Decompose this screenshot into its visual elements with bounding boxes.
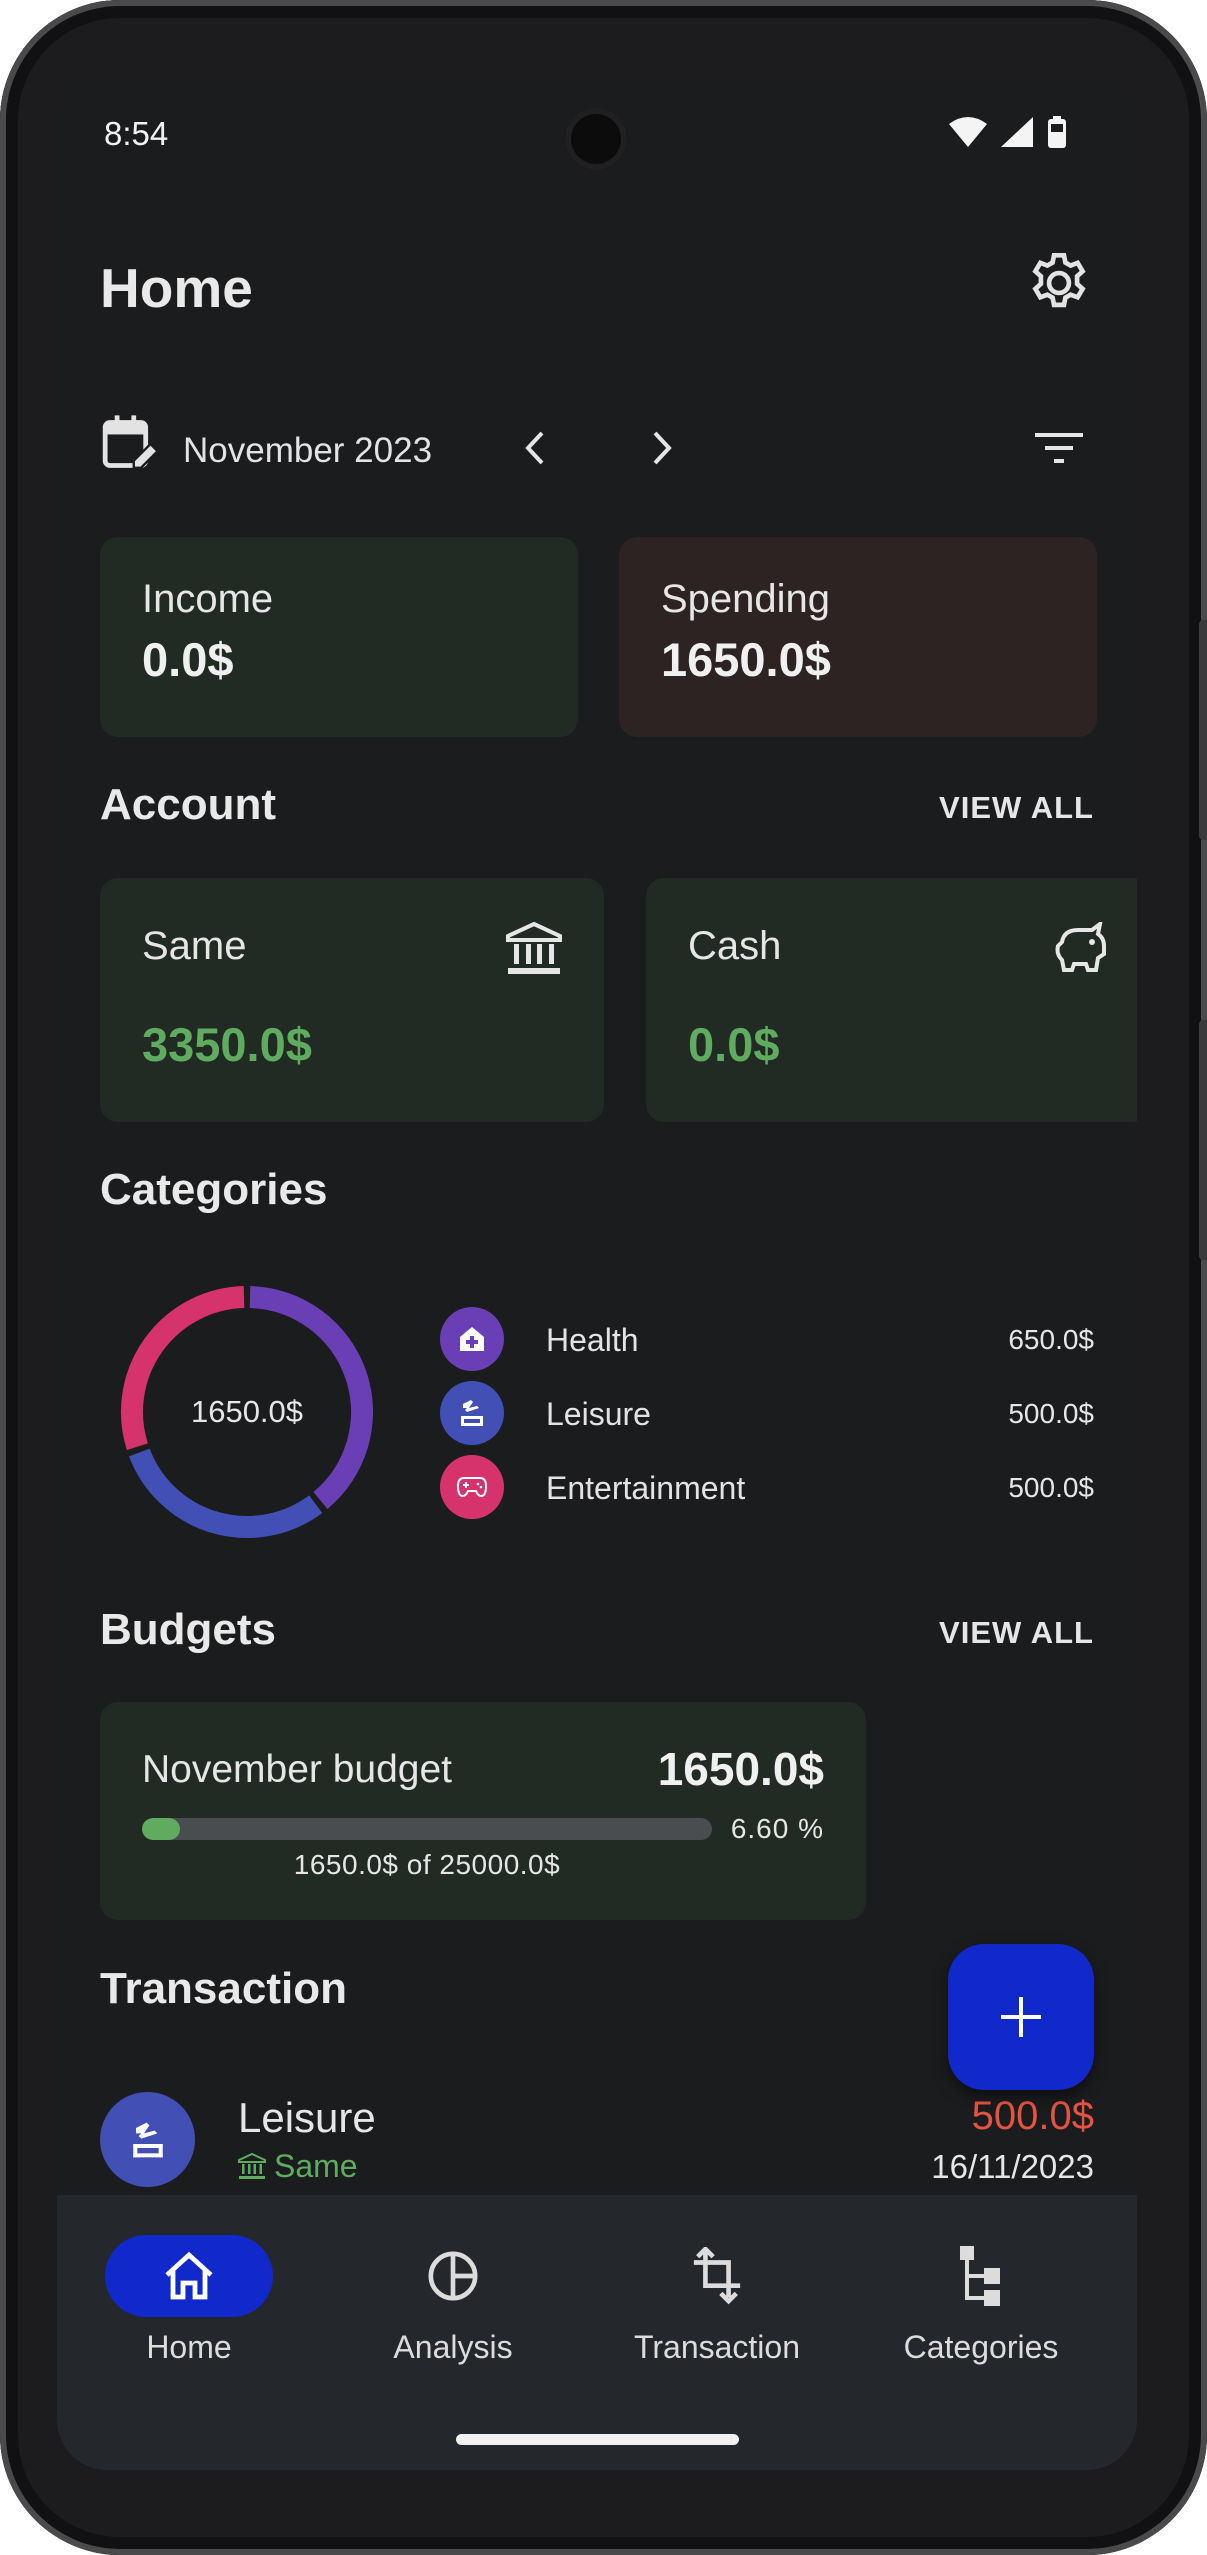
- nav-indicator: [369, 2235, 537, 2317]
- budget-name: November budget: [142, 1748, 453, 1791]
- piggy-bank-icon: [1055, 922, 1106, 972]
- device-frame: 8:54 Home November 2023 Income 0.0$ Spen…: [0, 0, 1207, 2555]
- income-label: Income: [142, 577, 274, 621]
- calendar-edit-icon: [102, 415, 160, 470]
- nav-item-categories[interactable]: Categories: [849, 2235, 1113, 2385]
- category-name: Leisure: [546, 1396, 651, 1432]
- account-name: Cash: [688, 924, 782, 968]
- add-transaction-button[interactable]: [948, 1944, 1094, 2090]
- transaction-category-avatar: [100, 2092, 195, 2187]
- bank-icon: [238, 2153, 266, 2179]
- wifi-icon: [949, 117, 987, 147]
- pie-chart-icon: [428, 2251, 478, 2301]
- category-amount: 500.0$: [1008, 1398, 1094, 1429]
- category-amount: 650.0$: [1008, 1324, 1094, 1355]
- bank-icon: [506, 922, 562, 974]
- transaction-row[interactable]: Leisure Same 500.0$ 16/11/2023: [100, 2092, 1094, 2202]
- nav-label: Home: [146, 2329, 232, 2365]
- account-name: Same: [142, 924, 247, 968]
- gesture-home-indicator[interactable]: [456, 2434, 739, 2445]
- income-value: 0.0$: [142, 633, 234, 686]
- transaction-section-title: Transaction: [100, 1964, 347, 2013]
- previous-month-button[interactable]: [500, 413, 570, 483]
- chevron-left-icon: [525, 431, 544, 465]
- nav-indicator: [105, 2235, 273, 2317]
- category-badge: [440, 1455, 504, 1519]
- nav-label: Transaction: [634, 2329, 800, 2365]
- volume-button: [1199, 620, 1207, 840]
- budgets-view-all-button[interactable]: VIEW ALL: [939, 1615, 1094, 1651]
- account-balance: 3350.0$: [142, 1018, 312, 1071]
- gamepad-icon: [457, 1477, 487, 1498]
- spending-value: 1650.0$: [661, 633, 831, 686]
- nav-item-transaction[interactable]: Transaction: [585, 2235, 849, 2385]
- category-amount: 500.0$: [1008, 1472, 1094, 1503]
- home-icon: [165, 2251, 213, 2300]
- account-card-same[interactable]: Same 3350.0$: [100, 878, 604, 1122]
- donut-total: 1650.0$: [190, 1394, 304, 1429]
- budget-detail: 1650.0$ of 25000.0$: [293, 1849, 561, 1880]
- nav-label: Analysis: [393, 2329, 513, 2365]
- next-month-button[interactable]: [627, 413, 697, 483]
- plus-icon: [1001, 1997, 1041, 2037]
- category-row-health[interactable]: Health 650.0$: [440, 1307, 1094, 1373]
- category-badge: [440, 1307, 504, 1371]
- battery-icon: [1048, 116, 1066, 148]
- categories-donut-chart[interactable]: 1650.0$: [112, 1277, 382, 1547]
- category-name: Entertainment: [546, 1470, 746, 1506]
- nav-label: Categories: [903, 2329, 1059, 2365]
- medical-icon: [460, 1327, 484, 1351]
- category-row-entertainment[interactable]: Entertainment 500.0$: [440, 1455, 1094, 1521]
- account-view-all-button[interactable]: VIEW ALL: [939, 790, 1094, 826]
- power-button: [1199, 1020, 1207, 1260]
- income-card[interactable]: Income 0.0$: [100, 537, 578, 737]
- budget-progress-bar: [142, 1818, 712, 1840]
- transaction-amount: 500.0$: [971, 2094, 1094, 2138]
- budget-percent: 6.60 %: [730, 1813, 824, 1844]
- category-badge: [440, 1381, 504, 1445]
- account-section-title: Account: [100, 780, 276, 829]
- status-bar: 8:54: [57, 70, 1137, 200]
- category-tree-icon: [960, 2246, 1000, 2306]
- settings-button[interactable]: [1024, 248, 1094, 318]
- app-header: Home: [100, 248, 1094, 328]
- nav-indicator: [897, 2235, 1065, 2317]
- front-camera: [565, 108, 627, 170]
- transaction-account-name: Same: [274, 2148, 358, 2184]
- bottom-navigation: Home Analysis Transaction Categories: [57, 2195, 1137, 2470]
- budgets-section-title: Budgets: [100, 1605, 276, 1654]
- nav-item-home[interactable]: Home: [57, 2235, 321, 2385]
- categories-section-title: Categories: [100, 1165, 328, 1214]
- spending-card[interactable]: Spending 1650.0$: [619, 537, 1097, 737]
- transfer-icon: [693, 2247, 741, 2305]
- app-screen: 8:54 Home November 2023 Income 0.0$ Spen…: [57, 70, 1137, 2470]
- current-month-label[interactable]: November 2023: [183, 431, 432, 471]
- filter-icon: [1035, 433, 1083, 463]
- transaction-date: 16/11/2023: [931, 2148, 1094, 2185]
- account-card-cash[interactable]: Cash 0.0$: [646, 878, 1137, 1122]
- category-row-leisure[interactable]: Leisure 500.0$: [440, 1381, 1094, 1447]
- status-icons: [949, 116, 1067, 148]
- chevron-right-icon: [653, 431, 672, 465]
- budget-card[interactable]: November budget 1650.0$ 6.60 % 1650.0$ o…: [100, 1702, 866, 1920]
- beach-icon: [461, 1400, 483, 1426]
- nav-item-analysis[interactable]: Analysis: [321, 2235, 585, 2385]
- category-name: Health: [546, 1322, 639, 1358]
- signal-icon: [1001, 117, 1033, 147]
- account-balance: 0.0$: [688, 1018, 780, 1071]
- gear-icon: [1032, 252, 1086, 308]
- beach-icon: [132, 2122, 163, 2157]
- page-title: Home: [100, 257, 253, 319]
- status-time: 8:54: [104, 115, 169, 152]
- calendar-edit-button[interactable]: [100, 413, 160, 480]
- budget-progress-fill: [142, 1818, 180, 1840]
- budget-amount: 1650.0$: [657, 1743, 824, 1795]
- spending-label: Spending: [661, 577, 831, 621]
- filter-button[interactable]: [1024, 413, 1094, 483]
- period-selector: November 2023: [100, 403, 1094, 493]
- transaction-account: Same: [238, 2148, 358, 2185]
- transaction-category: Leisure: [238, 2094, 376, 2141]
- nav-indicator: [633, 2235, 801, 2317]
